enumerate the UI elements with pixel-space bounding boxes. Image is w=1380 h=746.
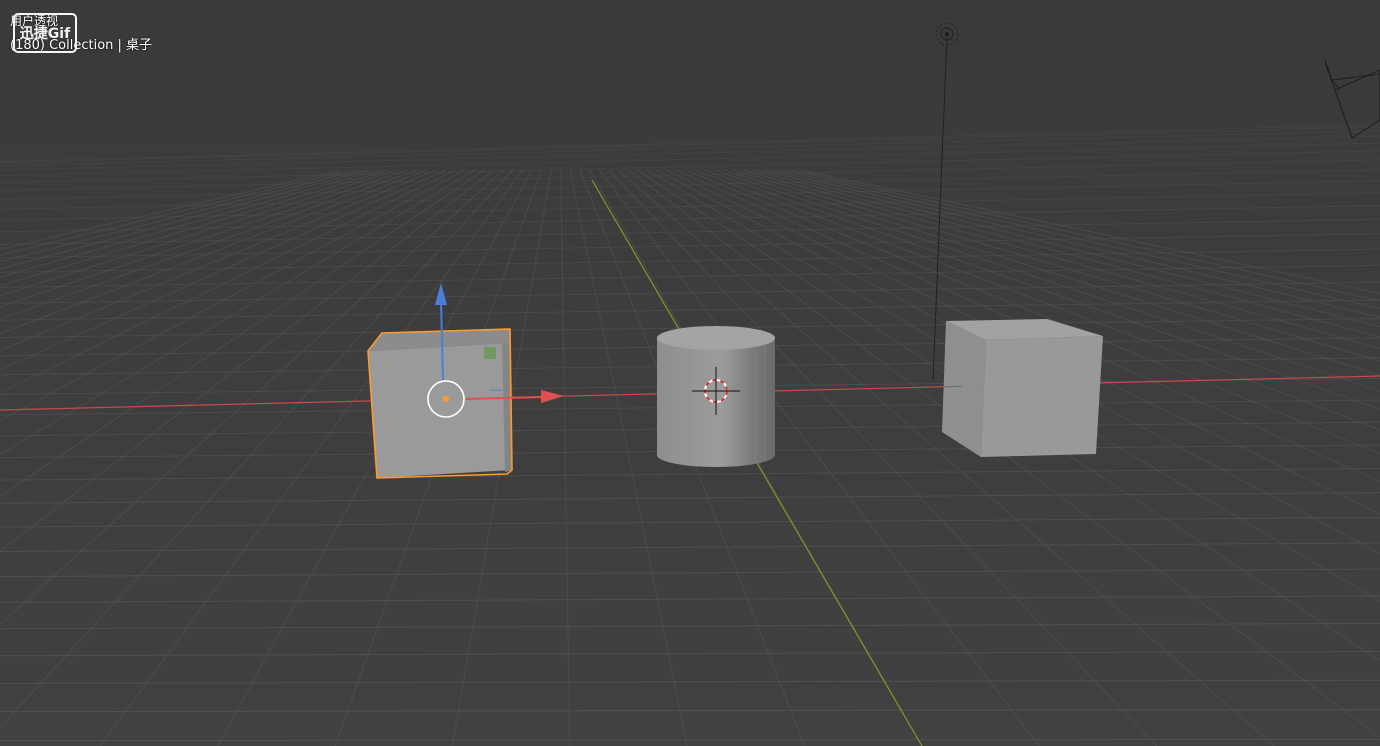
scene-canvas[interactable]	[0, 0, 1380, 746]
3d-viewport[interactable]: 用户透视 (180) Collection | 桌子 迅捷Gif	[0, 0, 1380, 746]
gizmo-x-arrow[interactable]	[541, 390, 564, 403]
selected-cube[interactable]	[367, 328, 513, 479]
cube-object[interactable]	[941, 319, 1103, 457]
watermark-logo: 迅捷Gif	[13, 13, 77, 53]
object-origin	[443, 396, 449, 402]
camera-object[interactable]	[1324, 59, 1380, 139]
